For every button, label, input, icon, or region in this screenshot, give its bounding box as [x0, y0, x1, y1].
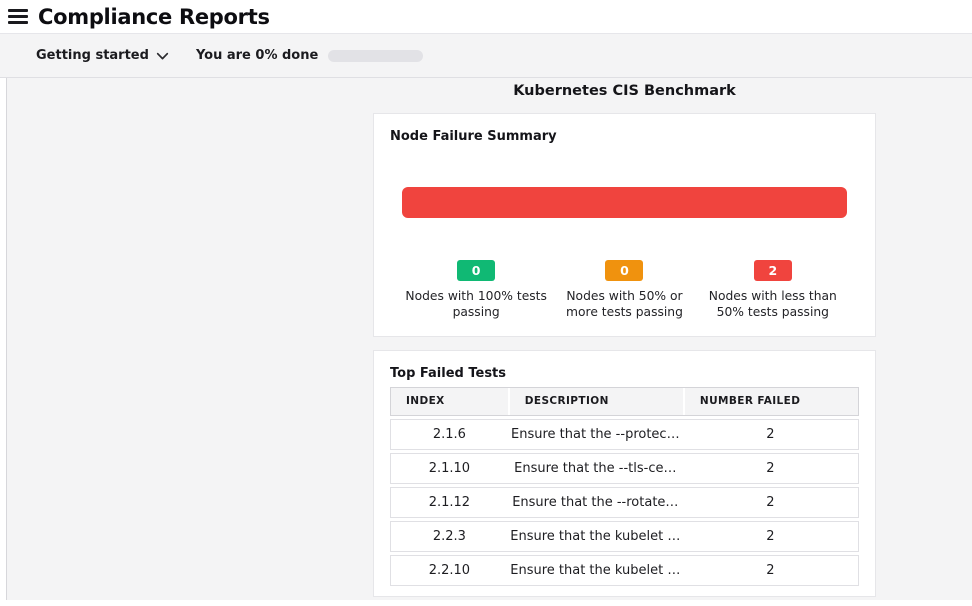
cell-description: Ensure that the --protec…: [508, 427, 683, 442]
progress-text: You are 0% done: [196, 48, 318, 63]
table-row: 2.1.12 Ensure that the --rotate… 2: [390, 487, 859, 518]
table-row: 2.2.3 Ensure that the kubelet … 2: [390, 521, 859, 552]
node-failure-summary-title: Node Failure Summary: [390, 128, 859, 145]
stat-badge-green: 0: [457, 260, 495, 281]
cell-description: Ensure that the --rotate…: [508, 495, 683, 510]
cell-number-failed: 2: [683, 529, 858, 544]
getting-started-dropdown[interactable]: Getting started: [36, 46, 169, 65]
report-column: Kubernetes CIS Benchmark Node Failure Su…: [373, 78, 876, 597]
cell-index: 2.2.3: [391, 529, 508, 544]
menu-icon[interactable]: [8, 9, 28, 24]
column-header-number-failed: NUMBER FAILED: [683, 388, 858, 415]
stat-nodes-less-than-50-passing: 2 Nodes with less than 50% tests passing: [699, 260, 847, 320]
cell-index: 2.1.10: [391, 461, 508, 476]
cell-description: Ensure that the kubelet …: [508, 563, 683, 578]
failing-nodes-bar-segment: [402, 187, 847, 218]
cell-index: 2.2.10: [391, 563, 508, 578]
progress-bar: [328, 50, 423, 62]
cell-index: 2.1.12: [391, 495, 508, 510]
column-header-index: INDEX: [391, 388, 508, 415]
stat-label: Nodes with 50% or more tests passing: [553, 288, 695, 320]
top-failed-tests-card: Top Failed Tests INDEX DESCRIPTION NUMBE…: [373, 350, 876, 597]
cell-number-failed: 2: [683, 427, 858, 442]
cell-number-failed: 2: [683, 495, 858, 510]
stat-nodes-100-passing: 0 Nodes with 100% tests passing: [402, 260, 550, 320]
node-failure-summary-card: Node Failure Summary 0 Nodes with 100% t…: [373, 113, 876, 337]
stat-label: Nodes with 100% tests passing: [405, 288, 547, 320]
report-pane: Kubernetes CIS Benchmark Node Failure Su…: [6, 78, 972, 600]
cell-number-failed: 2: [683, 563, 858, 578]
app-header: Compliance Reports: [0, 0, 972, 34]
stat-badge-orange: 0: [605, 260, 643, 281]
cell-number-failed: 2: [683, 461, 858, 476]
stat-label: Nodes with less than 50% tests passing: [702, 288, 844, 320]
cell-index: 2.1.6: [391, 427, 508, 442]
content-area: Kubernetes CIS Benchmark Node Failure Su…: [0, 78, 972, 606]
stat-nodes-50-or-more-passing: 0 Nodes with 50% or more tests passing: [550, 260, 698, 320]
table-row: 2.1.6 Ensure that the --protec… 2: [390, 419, 859, 450]
cell-description: Ensure that the --tls-ce…: [508, 461, 683, 476]
report-title: Kubernetes CIS Benchmark: [373, 83, 876, 100]
node-failure-stats-row: 0 Nodes with 100% tests passing 0 Nodes …: [402, 260, 847, 320]
top-failed-tests-title: Top Failed Tests: [390, 365, 859, 382]
getting-started-bar: Getting started You are 0% done: [0, 34, 972, 78]
node-failure-bar-chart: [402, 187, 847, 218]
table-row: 2.2.10 Ensure that the kubelet … 2: [390, 555, 859, 586]
chevron-down-icon: [156, 46, 169, 65]
cell-description: Ensure that the kubelet …: [508, 529, 683, 544]
table-header-row: INDEX DESCRIPTION NUMBER FAILED: [390, 387, 859, 416]
getting-started-label: Getting started: [36, 48, 149, 63]
page-title: Compliance Reports: [38, 4, 270, 30]
table-row: 2.1.10 Ensure that the --tls-ce… 2: [390, 453, 859, 484]
stat-badge-red: 2: [754, 260, 792, 281]
top-failed-tests-table: INDEX DESCRIPTION NUMBER FAILED 2.1.6 En…: [390, 387, 859, 586]
column-header-description: DESCRIPTION: [508, 388, 683, 415]
